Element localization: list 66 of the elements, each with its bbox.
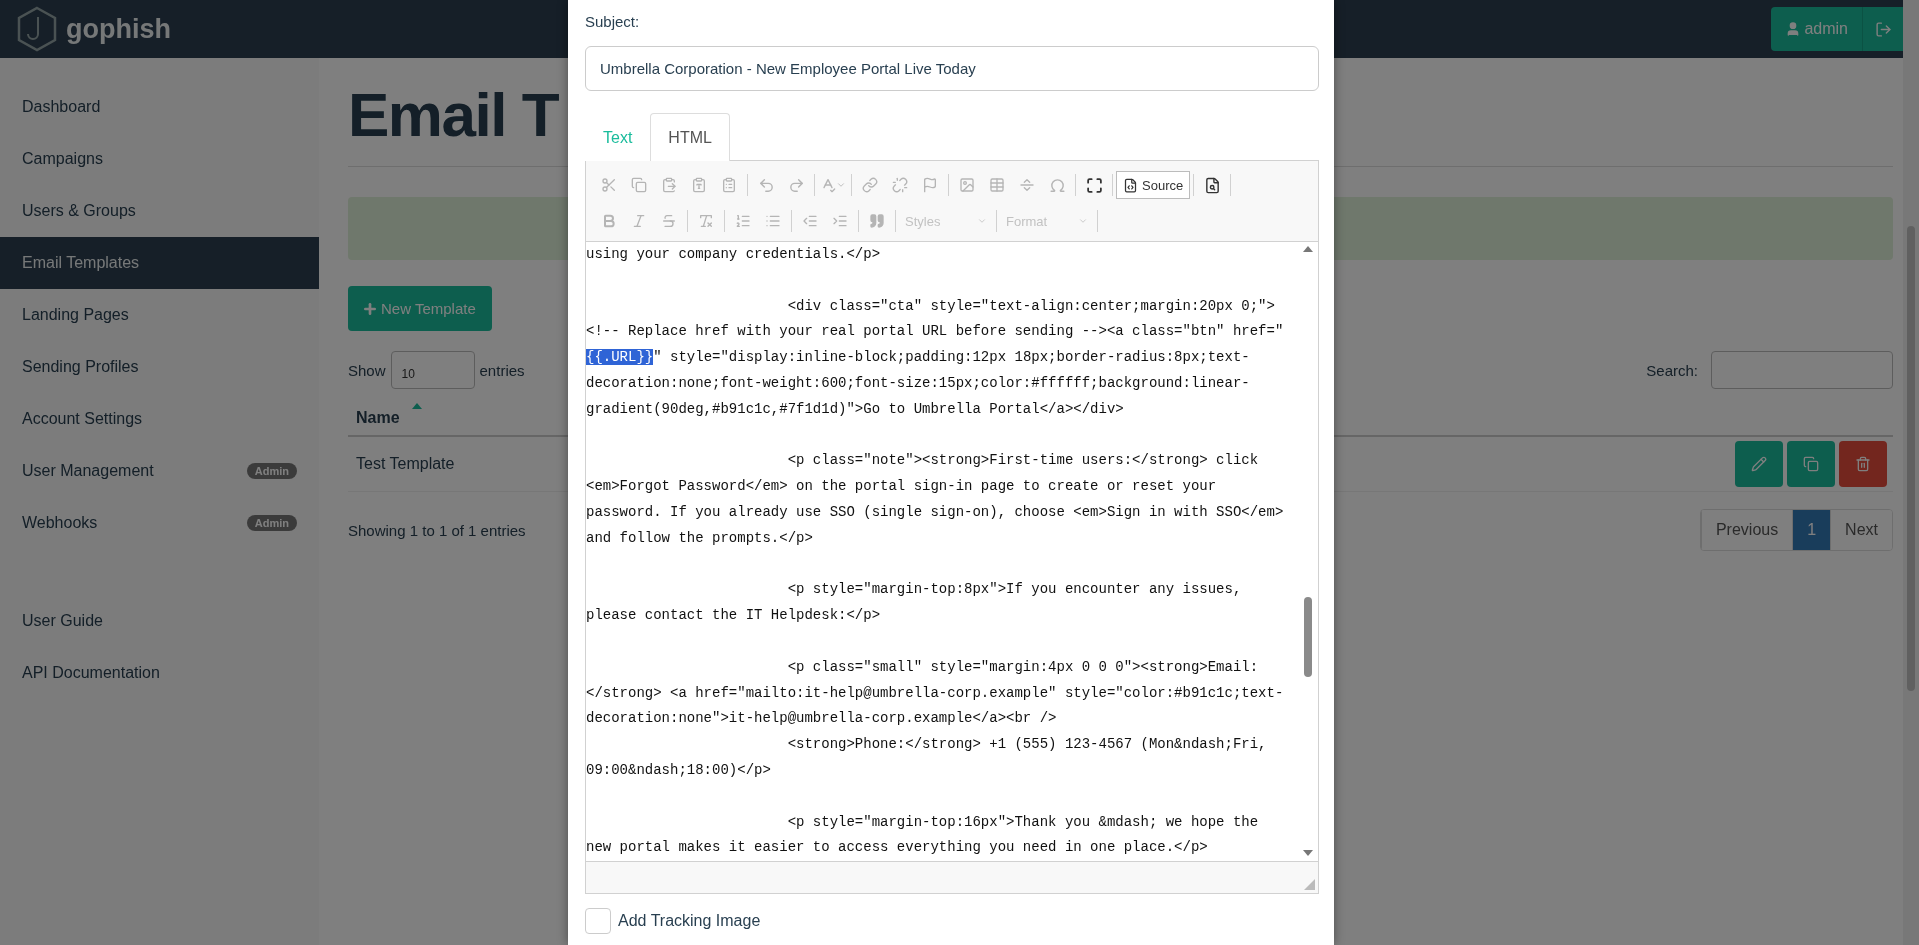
logout-button[interactable] bbox=[1863, 7, 1903, 51]
code-line: gradient(90deg,#b91c1c,#7f1d1d)">Go to Umbrella Portal</a></div> bbox=[586, 399, 1125, 419]
tracking-checkbox[interactable] bbox=[585, 908, 611, 934]
code-line: " style="display:inline-block;padding:12px 18px;border-radius:8px;text- bbox=[653, 349, 1250, 366]
sidebar-item[interactable]: Campaigns bbox=[0, 133, 319, 185]
code-file-icon bbox=[1123, 177, 1138, 193]
trash-icon bbox=[1855, 456, 1871, 473]
search-label: Search: bbox=[1646, 361, 1698, 379]
page-title: Email T bbox=[348, 79, 558, 151]
code-line: new portal makes it easier to access everything you need in one place.</p> bbox=[586, 838, 1209, 858]
caret-icon bbox=[977, 216, 987, 226]
admin-badge: Admin bbox=[246, 515, 297, 531]
caret-icon bbox=[1078, 216, 1088, 226]
code-line: using your company credentials.</p> bbox=[586, 245, 882, 264]
code-line: <p class="small" style="margin:4px 0 0 0"><strong>Email: bbox=[786, 657, 1260, 677]
logo-icon bbox=[16, 6, 58, 52]
sidebar-item[interactable]: Landing Pages bbox=[0, 289, 319, 341]
sidebar-item[interactable]: Dashboard bbox=[0, 81, 319, 133]
table-info: Showing 1 to 1 of 1 entries bbox=[348, 521, 526, 539]
code-line: <!-- Replace href with your real portal URL before sending --><a class="btn" href=" bbox=[586, 322, 1285, 342]
search-field[interactable] bbox=[1711, 351, 1893, 390]
selected-text: {{.URL}} bbox=[586, 349, 654, 366]
column-header[interactable]: Name bbox=[356, 409, 400, 428]
copy-icon bbox=[1803, 456, 1819, 473]
copy-button[interactable] bbox=[1787, 441, 1835, 488]
sidebar-item[interactable]: Account Settings bbox=[0, 393, 319, 445]
logout-icon bbox=[1874, 20, 1892, 38]
code-line: </strong> <a href="mailto:it-help@umbrella-corp.example" style="color:#b91c1c;text- bbox=[586, 683, 1285, 703]
tracking-label: Add Tracking Image bbox=[618, 912, 761, 930]
plus-icon bbox=[362, 300, 378, 317]
brand-name: gophish bbox=[66, 13, 171, 45]
code-line: 09:00&ndash;18:00)</p> bbox=[586, 760, 772, 780]
entries-select[interactable]: 10 bbox=[390, 351, 475, 390]
subject-label: Subject: bbox=[585, 13, 641, 30]
pagination-link[interactable]: Next bbox=[1830, 510, 1892, 551]
code-line: decoration:none;font-weight:600;font-size:15px;color:#ffffff;background:linear- bbox=[586, 374, 1251, 393]
sidebar-item[interactable]: Webhooks Admin bbox=[0, 497, 319, 549]
sidebar-item[interactable]: User Management Admin bbox=[0, 445, 319, 497]
admin-badge: Admin bbox=[246, 463, 297, 479]
scrollbar[interactable] bbox=[1903, 0, 1919, 945]
sidebar-link[interactable]: User Guide bbox=[0, 595, 319, 647]
edit-button[interactable] bbox=[1735, 441, 1783, 488]
code-line: please contact the IT Helpdesk:</p> bbox=[586, 606, 882, 626]
code-line: <strong>Phone:</strong> +1 (555) 123-4567 (Mon&ndash;Fri, bbox=[786, 735, 1268, 755]
entries-label: entries bbox=[479, 361, 525, 379]
code-line: decoration:none">it-help@umbrella-corp.example</a><br /> bbox=[586, 709, 1058, 729]
sidebar-item[interactable]: Users & Groups bbox=[0, 185, 319, 237]
resize-handle-icon[interactable] bbox=[1304, 879, 1315, 890]
code-line: <p style="margin-top:16px">Thank you &mdash; we hope the bbox=[786, 812, 1260, 832]
code-line: and follow the prompts.</p> bbox=[586, 528, 814, 548]
table-cell: Test Template bbox=[356, 455, 455, 474]
delete-button[interactable] bbox=[1839, 441, 1887, 488]
source-button[interactable]: Source bbox=[1116, 171, 1191, 199]
sidebar-link[interactable]: API Documentation bbox=[0, 647, 319, 699]
sidebar-item[interactable]: Sending Profiles bbox=[0, 341, 319, 393]
code-line: <em>Forgot Password</em> on the portal sign-in page to create or reset your bbox=[586, 477, 1218, 497]
editor-tab[interactable]: HTML bbox=[650, 113, 730, 161]
subject-field[interactable]: Umbrella Corporation - New Employee Portal Live Today bbox=[585, 46, 1319, 91]
code-line: <p class="note"><strong>First-time users:</strong> click bbox=[786, 451, 1260, 471]
pagination-link[interactable]: 1 bbox=[1792, 510, 1831, 551]
show-label: Show bbox=[348, 361, 386, 379]
code-line: <div class="cta" style="text-align:center;margin:20px 0;"> bbox=[786, 296, 1276, 316]
code-line: password. If you already use SSO (single sign-on), choose <em>Sign in with SSO</em> bbox=[586, 502, 1285, 522]
code-line: <p style="margin-top:8px">If you encounter any issues, bbox=[786, 580, 1243, 600]
sidebar-item[interactable]: Email Templates bbox=[0, 237, 319, 289]
pencil-icon bbox=[1751, 456, 1767, 473]
